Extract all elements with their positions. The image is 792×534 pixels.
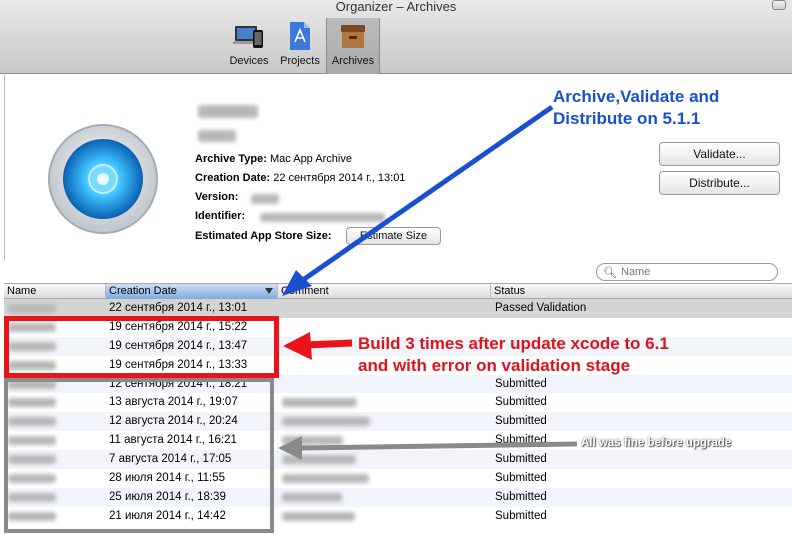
toolbar-toggle-button[interactable] — [772, 0, 786, 10]
tab-projects-label: Projects — [280, 55, 320, 67]
window-title: Organizer – Archives — [335, 0, 457, 14]
table-header: Name Creation Date Comment Status — [4, 283, 792, 299]
status-cell: Submitted — [495, 472, 547, 485]
status-cell: Submitted — [495, 415, 547, 428]
sort-descending-icon — [265, 288, 273, 294]
app-subtitle-redacted — [198, 130, 236, 142]
devices-icon — [233, 20, 265, 52]
tab-devices[interactable]: Devices — [227, 18, 271, 74]
column-header-creation-date[interactable]: Creation Date — [106, 284, 278, 299]
search-icon: 🔍︎ — [603, 267, 617, 279]
comment-redacted — [282, 474, 369, 484]
red-annotation-text: Build 3 times after update xcode to 6.1 … — [358, 333, 669, 377]
column-header-comment[interactable]: Comment — [278, 284, 491, 299]
status-cell: Submitted — [495, 490, 547, 503]
app-store-size-row: Estimated App Store Size: — [195, 230, 332, 242]
creation-date-header-label: Creation Date — [109, 285, 177, 297]
creation-date-row: Creation Date: 22 сентября 2014 г., 13:0… — [195, 172, 405, 184]
archive-type-label: Archive Type: — [195, 153, 267, 165]
status-cell: Submitted — [495, 434, 547, 447]
name-search-field[interactable]: 🔍︎ Name — [596, 263, 778, 281]
version-row: Version: — [195, 191, 238, 203]
estimate-size-button[interactable]: Estimate Size — [346, 227, 441, 245]
app-icon — [47, 123, 159, 235]
creation-date-label: Creation Date: — [195, 172, 271, 184]
red-annotation-line-2: and with error on validation stage — [358, 356, 631, 375]
window-toolbar: Organizer – Archives Devices Projects Ar… — [0, 0, 792, 74]
validate-button[interactable]: Validate... — [659, 142, 780, 166]
archive-name-redacted — [8, 304, 56, 313]
archive-type-row: Archive Type: Mac App Archive — [195, 153, 352, 165]
tab-devices-label: Devices — [229, 55, 269, 67]
search-placeholder: Name — [621, 266, 651, 278]
red-annotation-line-1: Build 3 times after update xcode to 6.1 — [358, 334, 669, 353]
identifier-label: Identifier: — [195, 210, 246, 222]
identifier-row: Identifier: — [195, 210, 245, 222]
status-cell: Submitted — [495, 396, 547, 409]
version-value-redacted — [251, 194, 279, 204]
blue-annotation-text: Archive,Validate and Distribute on 5.1.1 — [553, 86, 719, 130]
blue-annotation-line-2: Distribute on 5.1.1 — [553, 109, 701, 128]
version-label: Version: — [195, 191, 239, 203]
status-cell: Passed Validation — [495, 302, 587, 314]
status-cell: Submitted — [495, 509, 547, 522]
status-cell: Submitted — [495, 453, 547, 466]
distribute-button[interactable]: Distribute... — [659, 171, 780, 195]
archive-type-value: Mac App Archive — [270, 153, 352, 165]
comment-redacted — [282, 455, 356, 465]
tab-projects[interactable]: Projects — [276, 18, 324, 74]
app-name-redacted — [198, 105, 258, 118]
creation-date-value: 22 сентября 2014 г., 13:01 — [273, 172, 406, 184]
column-header-status[interactable]: Status — [491, 284, 792, 299]
comment-redacted — [282, 436, 343, 446]
tab-archives-label: Archives — [331, 55, 375, 67]
tab-archives[interactable]: Archives — [326, 18, 380, 74]
comment-redacted — [282, 398, 357, 408]
blue-annotation-line-1: Archive,Validate and — [553, 87, 720, 106]
projects-icon — [284, 20, 316, 52]
red-highlight-box — [4, 316, 279, 378]
comment-redacted — [282, 417, 370, 427]
app-store-size-label: Estimated App Store Size: — [195, 230, 332, 242]
identifier-value-redacted — [260, 213, 385, 222]
status-cell: Submitted — [495, 377, 547, 390]
gray-highlight-box — [4, 378, 274, 533]
gray-annotation-text: All was fine before upgrade — [581, 437, 732, 449]
comment-redacted — [282, 492, 342, 502]
comment-redacted — [282, 511, 355, 521]
archives-icon — [337, 20, 369, 52]
column-header-name[interactable]: Name — [4, 284, 106, 299]
